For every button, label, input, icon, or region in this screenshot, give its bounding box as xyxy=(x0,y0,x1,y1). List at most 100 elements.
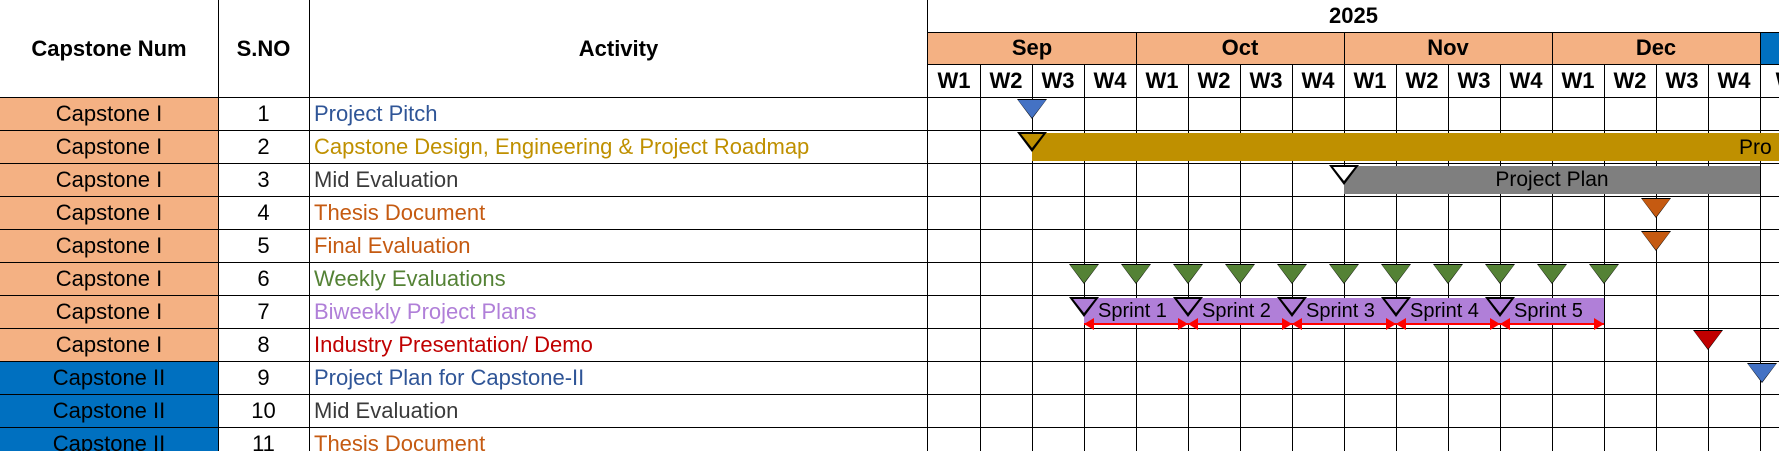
activity-cell[interactable]: Capstone Design, Engineering & Project R… xyxy=(309,130,928,163)
grid-line xyxy=(0,229,1779,230)
weekly-evaluation-marker xyxy=(1434,265,1462,283)
activity-cell[interactable]: Mid Evaluation xyxy=(309,163,928,196)
capstone-num-cell[interactable]: Capstone I xyxy=(0,196,218,229)
grid-line xyxy=(309,0,310,451)
grid-line xyxy=(1396,64,1397,451)
week-header[interactable]: W1 xyxy=(1136,64,1188,97)
capstone-num-cell[interactable]: Capstone I xyxy=(0,163,218,196)
activity-header[interactable]: Activity xyxy=(309,0,928,97)
design-bar-label: Pro xyxy=(1739,136,1772,159)
capstone-num-cell[interactable]: Capstone I xyxy=(0,97,218,130)
capstone-num-cell[interactable]: Capstone II xyxy=(0,427,218,451)
capstone-num-cell[interactable]: Capstone II xyxy=(0,394,218,427)
week-header[interactable]: W4 xyxy=(1292,64,1344,97)
sprint-label: Sprint 3 xyxy=(1306,300,1375,322)
grid-line xyxy=(0,196,1779,197)
week-header[interactable]: W4 xyxy=(1500,64,1552,97)
week-header[interactable]: W xyxy=(1760,64,1779,97)
grid-line xyxy=(0,361,1779,362)
sno-cell[interactable]: 7 xyxy=(218,295,309,328)
capstone-num-cell[interactable]: Capstone I xyxy=(0,328,218,361)
month-header-dec[interactable]: Dec xyxy=(1552,32,1760,64)
grid-line xyxy=(0,295,1779,296)
grid-line xyxy=(1656,64,1657,451)
activity-cell[interactable]: Industry Presentation/ Demo xyxy=(309,328,928,361)
thesis-milestone-marker xyxy=(1642,199,1670,217)
sprint-arrow-head-right xyxy=(1282,318,1292,330)
week-header[interactable]: W2 xyxy=(1188,64,1240,97)
sno-cell[interactable]: 1 xyxy=(218,97,309,130)
weekly-evaluation-marker xyxy=(1174,265,1202,283)
week-header[interactable]: W3 xyxy=(1448,64,1500,97)
grid-line xyxy=(0,427,1779,428)
week-header[interactable]: W1 xyxy=(1344,64,1396,97)
week-header[interactable]: W3 xyxy=(1032,64,1084,97)
grid-line xyxy=(1344,32,1345,451)
activity-cell[interactable]: Weekly Evaluations xyxy=(309,262,928,295)
sno-cell[interactable]: 10 xyxy=(218,394,309,427)
grid-line xyxy=(1292,64,1293,451)
sno-cell[interactable]: 4 xyxy=(218,196,309,229)
sno-header[interactable]: S.NO xyxy=(218,0,309,97)
capstone-num-cell[interactable]: Capstone I xyxy=(0,229,218,262)
project-plan-label: Project Plan xyxy=(1495,168,1609,191)
sprint-arrow-head-left xyxy=(1084,318,1094,330)
weekly-evaluation-marker xyxy=(1226,265,1254,283)
sno-cell[interactable]: 2 xyxy=(218,130,309,163)
week-header[interactable]: W1 xyxy=(1552,64,1604,97)
grid-line xyxy=(0,328,1779,329)
sno-cell[interactable]: 6 xyxy=(218,262,309,295)
grid-line xyxy=(0,130,1779,131)
sprint-label: Sprint 2 xyxy=(1202,300,1271,322)
year-header[interactable]: 2025 xyxy=(928,0,1779,32)
sprint-start-marker xyxy=(1489,299,1511,313)
capstone-num-cell[interactable]: Capstone II xyxy=(0,361,218,394)
month-header-oct[interactable]: Oct xyxy=(1136,32,1344,64)
grid-line xyxy=(218,0,219,451)
sno-cell[interactable]: 5 xyxy=(218,229,309,262)
capstone-num-cell[interactable]: Capstone I xyxy=(0,130,218,163)
sno-cell[interactable]: 11 xyxy=(218,427,309,451)
activity-cell[interactable]: Biweekly Project Plans xyxy=(309,295,928,328)
weekly-evaluation-marker xyxy=(1330,265,1358,283)
grid-line xyxy=(928,32,1779,33)
sprint-start-marker xyxy=(1385,299,1407,313)
week-header[interactable]: W2 xyxy=(1604,64,1656,97)
month-header-sep[interactable]: Sep xyxy=(928,32,1136,64)
sprint-arrow-head-left xyxy=(1292,318,1302,330)
sno-cell[interactable]: 8 xyxy=(218,328,309,361)
grid-line xyxy=(1084,64,1085,451)
grid-line xyxy=(0,97,1779,98)
week-header[interactable]: W3 xyxy=(1240,64,1292,97)
pitch-milestone-marker xyxy=(1018,100,1046,118)
week-header[interactable]: W2 xyxy=(1396,64,1448,97)
capstone-num-cell[interactable]: Capstone I xyxy=(0,295,218,328)
sno-cell[interactable]: 3 xyxy=(218,163,309,196)
week-header[interactable]: W4 xyxy=(1084,64,1136,97)
activity-cell[interactable]: Project Plan for Capstone-II xyxy=(309,361,928,394)
week-header[interactable]: W1 xyxy=(928,64,980,97)
sprint-arrow-line xyxy=(1500,323,1604,325)
sprint-label: Sprint 4 xyxy=(1410,300,1479,322)
design-start-marker xyxy=(1021,134,1043,148)
grid-line xyxy=(1448,64,1449,451)
week-header[interactable]: W2 xyxy=(980,64,1032,97)
sno-cell[interactable]: 9 xyxy=(218,361,309,394)
sprint-arrow-line xyxy=(1292,323,1396,325)
sprint-start-marker xyxy=(1281,299,1303,313)
capstone-num-header[interactable]: Capstone Num xyxy=(0,0,218,97)
sprint-arrow-line xyxy=(1396,323,1500,325)
week-header[interactable]: W3 xyxy=(1656,64,1708,97)
activity-cell[interactable]: Thesis Document xyxy=(309,196,928,229)
next-month-header[interactable] xyxy=(1760,32,1779,64)
activity-cell[interactable]: Final Evaluation xyxy=(309,229,928,262)
activity-cell[interactable]: Project Pitch xyxy=(309,97,928,130)
capstone-num-cell[interactable]: Capstone I xyxy=(0,262,218,295)
sprint-start-marker xyxy=(1073,299,1095,313)
activity-cell[interactable]: Thesis Document xyxy=(309,427,928,451)
month-header-nov[interactable]: Nov xyxy=(1344,32,1552,64)
sprint-label: Sprint 1 xyxy=(1098,300,1167,322)
grid-line xyxy=(1188,64,1189,451)
week-header[interactable]: W4 xyxy=(1708,64,1760,97)
activity-cell[interactable]: Mid Evaluation xyxy=(309,394,928,427)
